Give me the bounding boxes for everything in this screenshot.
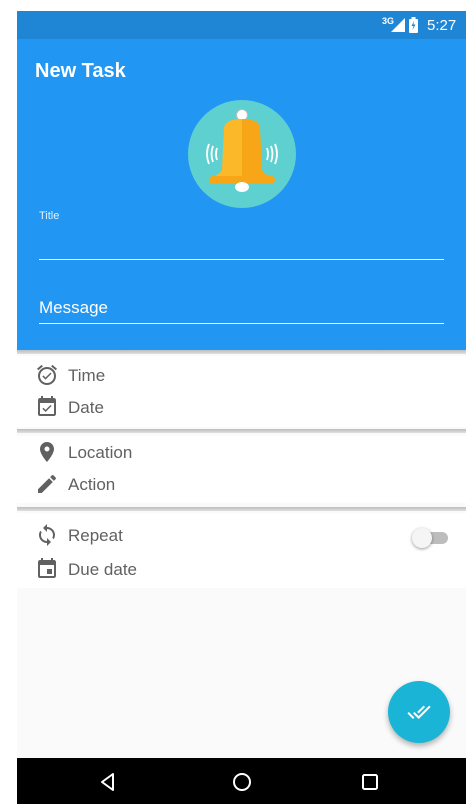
recents-icon[interactable] [359,771,381,793]
home-icon[interactable] [231,771,253,793]
title-field-label: Title [39,210,60,222]
section-divider [17,429,466,433]
repeat-row[interactable]: Repeat [17,519,466,551]
location-label: Location [68,443,133,462]
repeat-label: Repeat [68,526,123,545]
clock: 5:27 [427,17,457,34]
calendar-icon [38,558,56,578]
done-all-icon [407,705,431,719]
due-date-row[interactable]: Due date [17,553,466,585]
location-row[interactable]: Location [17,436,466,468]
date-row[interactable]: Date [17,391,466,423]
repeat-icon [39,524,55,546]
time-label: Time [68,366,106,385]
task-header: New Task Title [17,39,466,350]
status-bar: 3G 5:27 [17,11,466,39]
when-section: Time Date [17,356,466,427]
due-date-label: Due date [68,560,137,579]
edit-icon [38,474,57,493]
bell-icon [188,100,296,208]
place-icon [40,442,54,462]
signal-icon [391,18,405,32]
action-row[interactable]: Action [17,468,466,500]
save-task-fab[interactable] [388,681,450,743]
message-input[interactable] [39,293,444,324]
section-divider [17,350,466,354]
system-nav-bar [17,758,466,804]
page-title: New Task [35,60,126,82]
repeat-toggle[interactable] [412,528,448,548]
what-section: Location Action [17,436,466,503]
back-icon[interactable] [97,771,119,793]
alarm-icon [37,364,57,385]
event-available-icon [38,396,56,416]
section-divider [17,507,466,511]
toggle-knob [412,528,432,548]
battery-icon [409,17,418,33]
action-label: Action [68,475,116,494]
date-label: Date [68,398,104,417]
time-row[interactable]: Time [17,359,466,391]
title-input[interactable] [39,229,444,260]
app-screen: 3G 5:27 New Task Title Message Time Date… [17,11,466,804]
repeat-section: Repeat Due date [17,513,466,588]
